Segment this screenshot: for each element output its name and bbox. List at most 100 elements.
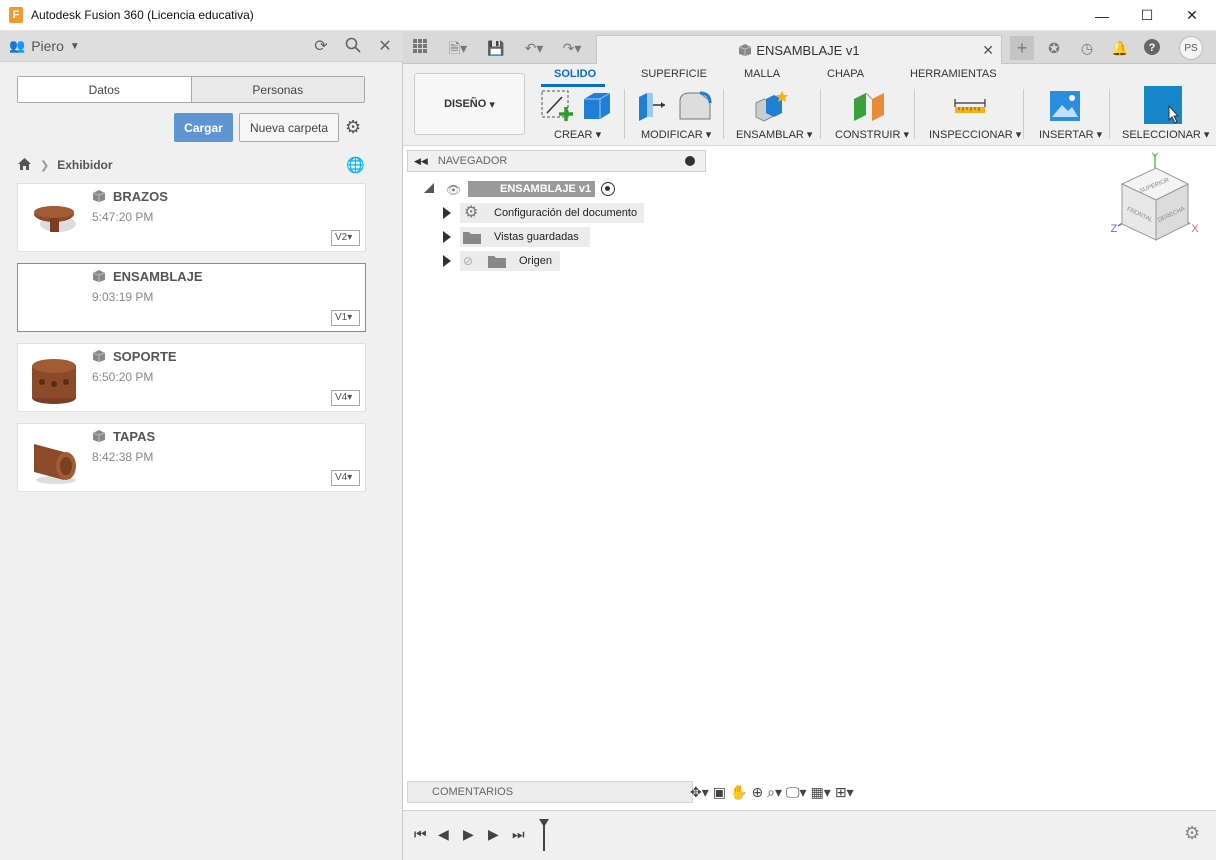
user-name[interactable]: Piero <box>31 38 64 54</box>
grid-settings-icon[interactable]: ▦▾ <box>811 784 831 801</box>
group-inspeccionar[interactable]: INSPECCIONAR ▾ <box>929 128 1021 141</box>
notifications-icon[interactable]: 🔔 <box>1111 39 1129 57</box>
tree-node-saved-views[interactable]: Vistas guardadas <box>460 227 590 247</box>
orbit-icon[interactable]: ✥▾ <box>690 784 709 801</box>
hidden-eye-icon[interactable]: ⊘ <box>463 251 473 271</box>
select-icon[interactable] <box>1144 86 1182 124</box>
viewports-icon[interactable]: ⊞▾ <box>835 784 854 801</box>
file-card-tapas[interactable]: TAPAS 8:42:38 PM V4▾ <box>17 423 366 492</box>
group-crear[interactable]: CREAR ▾ <box>554 128 601 141</box>
minimize-button[interactable]: — <box>1079 0 1125 31</box>
save-icon[interactable]: 💾 <box>487 39 505 57</box>
tree-node-document-settings[interactable]: ⚙ Configuración del documento <box>460 203 644 223</box>
job-status-icon[interactable]: ◷ <box>1078 39 1096 57</box>
group-modificar[interactable]: MODIFICAR ▾ <box>641 128 711 141</box>
search-icon[interactable] <box>343 37 363 57</box>
workspace-selector[interactable]: DISEÑO ▾ <box>414 73 525 135</box>
fillet-icon[interactable] <box>678 89 712 123</box>
group-construir[interactable]: CONSTRUIR ▾ <box>835 128 909 141</box>
redo-icon[interactable]: ↷▾ <box>557 39 587 57</box>
file-time: 5:47:20 PM <box>92 210 154 224</box>
insert-image-icon[interactable] <box>1048 89 1082 123</box>
activate-radio-icon[interactable] <box>601 182 615 196</box>
comments-panel[interactable]: COMENTARIOS <box>407 781 693 803</box>
viewcube[interactable]: Y X Z SUPERIOR FRONTAL DERECHA <box>1108 150 1204 250</box>
tab-datos[interactable]: Datos <box>18 77 191 102</box>
tab-superficie[interactable]: SUPERFICIE <box>641 68 707 80</box>
version-dropdown[interactable]: V1▾ <box>331 310 360 326</box>
collapse-icon[interactable]: ◀◀ <box>414 156 428 167</box>
divider <box>820 89 821 139</box>
expand-down-icon[interactable] <box>424 183 434 193</box>
offset-plane-icon[interactable] <box>852 89 886 123</box>
eye-visibility-icon[interactable]: 👁 <box>446 183 461 197</box>
gear-icon[interactable]: ⚙ <box>345 117 361 138</box>
tapas-thumbnail <box>34 444 76 484</box>
tree-root-node[interactable]: ENSAMBLAJE v1 <box>468 181 595 197</box>
svg-text:?: ? <box>1149 42 1156 54</box>
close-window-button[interactable]: ✕ <box>1169 0 1215 31</box>
group-label: INSPECCIONAR <box>929 129 1013 141</box>
tab-personas[interactable]: Personas <box>190 77 364 102</box>
play-icon[interactable]: ▶ <box>463 826 474 843</box>
file-card-ensamblaje[interactable]: ENSAMBLAJE 9:03:19 PM V1▾ <box>17 263 366 332</box>
breadcrumb-folder[interactable]: Exhibidor <box>57 158 112 172</box>
press-pull-icon[interactable] <box>635 89 669 123</box>
look-at-icon[interactable]: ▣ <box>713 784 726 801</box>
create-sketch-icon[interactable] <box>540 89 574 123</box>
group-ensamblar[interactable]: ENSAMBLAR ▾ <box>736 128 812 141</box>
file-card-brazos[interactable]: BRAZOS 5:47:20 PM V2▾ <box>17 183 366 252</box>
window-title: Autodesk Fusion 360 (Licencia educativa) <box>31 8 254 22</box>
tab-chapa[interactable]: CHAPA <box>827 68 864 80</box>
tab-solido[interactable]: SOLIDO <box>554 68 596 80</box>
measure-icon[interactable] <box>953 89 987 123</box>
timeline-settings-gear-icon[interactable]: ⚙ <box>1184 823 1200 844</box>
version-label: V4 <box>335 472 348 483</box>
expand-right-icon[interactable] <box>443 255 451 267</box>
zoom-icon[interactable]: ⊕ <box>751 784 763 801</box>
group-label: MODIFICAR <box>641 129 703 141</box>
tab-herramientas[interactable]: HERRAMIENTAS <box>910 68 997 80</box>
display-settings-icon[interactable]: 🖵▾ <box>786 784 807 801</box>
extensions-icon[interactable]: ✪ <box>1045 39 1063 57</box>
file-menu-icon[interactable]: 🗎▾ <box>443 39 473 57</box>
chevron-down-icon[interactable]: ▼ <box>70 41 80 52</box>
fit-window-icon[interactable]: ⌕▾ <box>767 784 782 801</box>
version-dropdown[interactable]: V4▾ <box>331 390 360 406</box>
go-to-end-icon[interactable]: ⏭ <box>512 826 525 843</box>
timeline-marker[interactable] <box>539 819 549 851</box>
upload-button[interactable]: Cargar <box>174 113 233 142</box>
user-avatar[interactable]: PS <box>1179 36 1203 60</box>
pan-hand-icon[interactable]: ✋ <box>730 784 747 801</box>
step-forward-icon[interactable]: ▶ <box>488 826 499 843</box>
refresh-icon[interactable]: ⟳ <box>311 37 331 57</box>
version-dropdown[interactable]: V2▾ <box>331 230 360 246</box>
tab-malla[interactable]: MALLA <box>744 68 780 80</box>
extrude-icon[interactable] <box>580 89 614 123</box>
file-card-soporte[interactable]: SOPORTE 6:50:20 PM V4▾ <box>17 343 366 412</box>
close-panel-icon[interactable]: ✕ <box>375 37 395 57</box>
document-tab[interactable]: ENSAMBLAJE v1 ✕ <box>596 35 1002 64</box>
expand-right-icon[interactable] <box>443 207 451 219</box>
new-tab-icon[interactable]: + <box>1010 36 1034 60</box>
version-label: V4 <box>335 392 348 403</box>
home-icon[interactable] <box>17 157 32 174</box>
group-insertar[interactable]: INSERTAR ▾ <box>1039 128 1102 141</box>
step-back-icon[interactable]: ◀ <box>438 826 449 843</box>
group-seleccionar[interactable]: SELECCIONAR ▾ <box>1122 128 1209 141</box>
go-to-start-icon[interactable]: ⏮ <box>414 826 427 843</box>
new-folder-button[interactable]: Nueva carpeta <box>239 113 339 142</box>
undo-icon[interactable]: ↶▾ <box>519 39 549 57</box>
tree-node-origin[interactable]: ⊘ Origen <box>460 251 560 271</box>
new-component-icon[interactable] <box>754 89 788 123</box>
expand-right-icon[interactable] <box>443 231 451 243</box>
help-icon[interactable]: ? <box>1143 39 1161 57</box>
divider <box>1109 89 1110 139</box>
maximize-button[interactable]: ☐ <box>1124 0 1170 31</box>
browser-navigator-header[interactable]: ◀◀ NAVEGADOR <box>407 150 706 172</box>
minimize-navigator-icon[interactable] <box>685 156 695 166</box>
globe-icon[interactable]: 🌐 <box>346 156 365 174</box>
grid-menu-icon[interactable] <box>411 39 429 57</box>
version-dropdown[interactable]: V4▾ <box>331 470 360 486</box>
close-tab-icon[interactable]: ✕ <box>982 42 994 59</box>
